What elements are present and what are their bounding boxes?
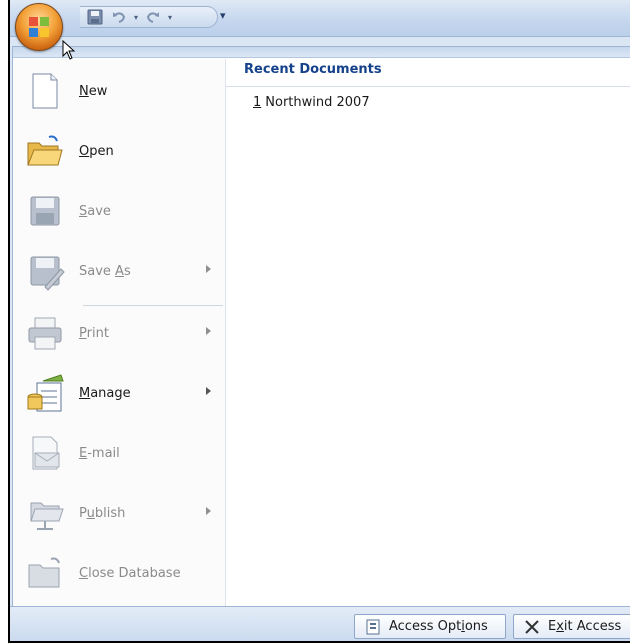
recent-document-name: Northwind 2007 [265, 95, 370, 110]
menu-item-new[interactable]: New [13, 63, 225, 119]
manage-database-icon [27, 374, 64, 412]
office-menu: New Open Save Save As Print Manage E-mail Publi… [12, 46, 630, 608]
menu-item-label: Publish [79, 505, 126, 521]
save-icon[interactable] [86, 9, 104, 25]
application-window: ▾ ▾ ▾ New Open Save Save As Print Manage E-mai… [8, 0, 630, 643]
close-icon [525, 619, 539, 634]
menu-item-open[interactable]: Open [13, 123, 225, 179]
submenu-arrow-icon [206, 507, 211, 515]
menu-item-manage[interactable]: Manage [13, 365, 225, 421]
access-options-label: Access Options [389, 619, 488, 634]
menu-item-label: Open [79, 143, 114, 159]
new-document-icon [32, 73, 58, 109]
menu-item-print[interactable]: Print [13, 305, 225, 361]
mouse-cursor-icon [62, 40, 76, 60]
options-icon [366, 619, 380, 634]
menu-item-e-mail[interactable]: E-mail [13, 425, 225, 481]
quick-access-toolbar: ▾ ▾ [80, 6, 218, 28]
submenu-arrow-icon [206, 265, 211, 273]
menu-bottom-bar: Access Options Exit Access [10, 606, 630, 641]
recent-document-number: 1 [253, 95, 262, 110]
menu-item-label: E-mail [79, 445, 120, 461]
submenu-arrow-icon [206, 387, 211, 395]
menu-item-label: Manage [79, 385, 131, 401]
menu-item-label: New [79, 83, 108, 99]
recent-document-item[interactable]: 1 Northwind 2007 [253, 95, 370, 110]
undo-icon[interactable] [110, 9, 128, 25]
menu-item-close-database[interactable]: Close Database [13, 545, 225, 601]
access-options-button[interactable]: Access Options [354, 614, 506, 639]
publish-icon [30, 502, 64, 530]
menu-top-strip [13, 47, 630, 58]
redo-icon[interactable] [144, 9, 162, 25]
open-folder-icon [27, 135, 63, 166]
menu-item-label: Close Database [79, 565, 181, 581]
menu-item-label: Print [79, 325, 109, 341]
menu-item-save-as[interactable]: Save As [13, 243, 225, 299]
exit-access-label: Exit Access [548, 619, 622, 634]
menu-item-save[interactable]: Save [13, 183, 225, 239]
printer-icon [28, 317, 62, 350]
customize-toolbar-icon[interactable]: ▾ [220, 9, 226, 22]
recent-documents-panel: Recent Documents 1 Northwind 2007 [226, 59, 630, 607]
menu-item-publish[interactable]: Publish [13, 485, 225, 541]
menu-commands: New Open Save Save As Print Manage E-mail Publi… [13, 59, 226, 607]
email-icon [32, 436, 60, 470]
recent-documents-header: Recent Documents [226, 59, 630, 87]
menu-item-label: Save [79, 203, 111, 219]
redo-dropdown-icon[interactable]: ▾ [168, 13, 172, 22]
title-bar: ▾ ▾ ▾ [10, 0, 630, 37]
office-button[interactable] [15, 3, 63, 51]
save-as-icon [30, 256, 65, 291]
undo-dropdown-icon[interactable]: ▾ [134, 13, 138, 22]
office-logo-icon [29, 17, 49, 37]
close-database-icon [28, 557, 60, 588]
submenu-arrow-icon [206, 327, 211, 335]
menu-item-label: Save As [79, 263, 131, 279]
exit-access-button[interactable]: Exit Access [513, 614, 630, 639]
save-icon [30, 196, 60, 226]
